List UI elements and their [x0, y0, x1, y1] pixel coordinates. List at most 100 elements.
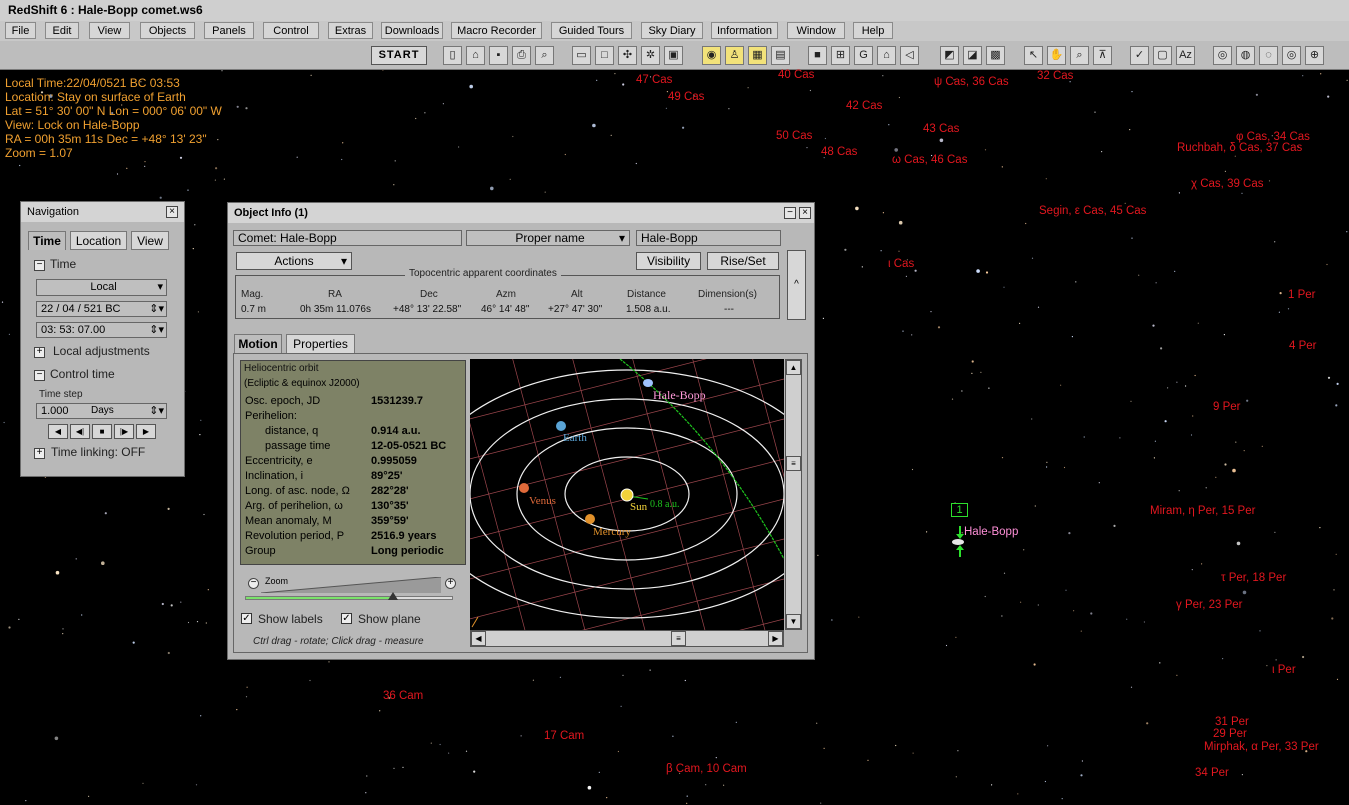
target-marker[interactable]: 1 [951, 503, 968, 517]
menu-control[interactable]: Control [263, 22, 319, 39]
observer-icon[interactable]: ♙ [725, 46, 744, 65]
star-label[interactable]: 1 Per [1288, 289, 1316, 301]
home-icon[interactable]: ⌂ [877, 46, 896, 65]
reverse-icon[interactable]: ◀| [70, 424, 90, 439]
mercury-icon[interactable] [585, 514, 595, 524]
name-mode-select[interactable]: Proper name ▾ [466, 230, 630, 246]
star-label[interactable]: 34 Per [1195, 767, 1229, 779]
planet-icon[interactable]: ◍ [1236, 46, 1255, 65]
menu-sky-diary[interactable]: Sky Diary [641, 22, 703, 39]
star-label[interactable]: 17 Cam [544, 730, 584, 742]
zoom-slider[interactable]: − Zoom + [243, 575, 458, 603]
record-icon[interactable]: ◎ [1213, 46, 1232, 65]
star-label[interactable]: 48 Cas [821, 146, 857, 158]
zoom-out-icon[interactable]: − [248, 578, 259, 589]
step-back-icon[interactable]: ◀ [48, 424, 68, 439]
time-linking-toggle[interactable]: Time linking: OFF [51, 445, 145, 459]
star-label[interactable]: Ruchbah, δ Cas, 37 Cas [1177, 142, 1302, 154]
menu-edit[interactable]: Edit [45, 22, 79, 39]
orbit-diagram[interactable]: Hale-Bopp Earth Venus Mercury Sun 0.8 a.… [470, 359, 784, 630]
date-spinner-icon[interactable]: ⇕▾ [149, 302, 164, 316]
print-icon[interactable]: ⎙ [512, 46, 531, 65]
scroll-down-icon[interactable]: ▼ [786, 614, 801, 629]
close-icon[interactable]: × [799, 207, 811, 219]
menu-extras[interactable]: Extras [328, 22, 373, 39]
notes-icon[interactable]: ▢ [1153, 46, 1172, 65]
star-label[interactable]: ψ Cas, 36 Cas [934, 76, 1009, 88]
star-label[interactable]: 49 Cas [668, 91, 704, 103]
grid-view-icon[interactable]: ✣ [618, 46, 637, 65]
goto-icon[interactable]: G [854, 46, 873, 65]
add-frame-icon[interactable]: ⊞ [831, 46, 850, 65]
panel-toggle-icon[interactable]: ▭ [572, 46, 591, 65]
diagram-horizontal-scrollbar[interactable]: ◀ ≡ ▶ [470, 630, 784, 647]
sort-az-icon[interactable]: Az [1176, 46, 1195, 65]
step-forward-icon[interactable]: ▶ [136, 424, 156, 439]
magnifier-icon[interactable]: ⌕ [1070, 46, 1089, 65]
star-label[interactable]: 40 Cas [778, 69, 814, 81]
star-label[interactable]: 32 Cas [1037, 70, 1073, 82]
menu-view[interactable]: View [89, 22, 130, 39]
print-preview-icon[interactable]: ⌕ [535, 46, 554, 65]
pointer-icon[interactable]: ↖ [1024, 46, 1043, 65]
collapse-chevron-icon[interactable]: ^ [787, 250, 806, 320]
tab-view[interactable]: View [131, 231, 169, 250]
star-view-icon[interactable]: ✲ [641, 46, 660, 65]
star-label[interactable]: Miram, η Per, 15 Per [1150, 505, 1255, 517]
star-label[interactable]: γ Per, 23 Per [1176, 599, 1242, 611]
local-adjustments-toggle[interactable]: Local adjustments [53, 344, 150, 358]
menu-file[interactable]: File [5, 22, 36, 39]
star-label[interactable]: 43 Cas [923, 123, 959, 135]
tab-motion[interactable]: Motion [234, 334, 282, 354]
actions-dropdown[interactable]: Actions ▾ [236, 252, 352, 270]
comet-arrows-icon[interactable] [943, 520, 973, 560]
show-plane-checkbox[interactable]: ✓ [341, 613, 352, 624]
close-icon[interactable]: × [166, 206, 178, 218]
sun-icon[interactable] [620, 488, 634, 502]
menu-window[interactable]: Window [787, 22, 845, 39]
window-icon[interactable]: □ [595, 46, 614, 65]
sky-view-icon[interactable]: ▣ [664, 46, 683, 65]
scroll-thumb[interactable]: ≡ [671, 631, 686, 646]
collapse-icon[interactable]: − [34, 370, 45, 381]
tab-properties[interactable]: Properties [286, 334, 355, 354]
tab-time[interactable]: Time [28, 231, 66, 250]
time-step-field[interactable]: 1.000 Days ⇕▾ [36, 403, 167, 419]
frame-icon[interactable]: ■ [808, 46, 827, 65]
scroll-thumb[interactable]: ≡ [786, 456, 801, 471]
star-label[interactable]: ι Per [1272, 664, 1296, 676]
menu-panels[interactable]: Panels [204, 22, 254, 39]
save-icon[interactable]: ▪ [489, 46, 508, 65]
rise-set-button[interactable]: Rise/Set [707, 252, 779, 270]
star-label[interactable]: ι Cas [888, 258, 914, 270]
star-label[interactable]: 36 Cam [383, 690, 423, 702]
menu-macro-recorder[interactable]: Macro Recorder [451, 22, 542, 39]
show-labels-checkbox[interactable]: ✓ [241, 613, 252, 624]
earth-icon[interactable] [556, 421, 566, 431]
scroll-right-icon[interactable]: ▶ [768, 631, 783, 646]
menu-guided-tours[interactable]: Guided Tours [551, 22, 632, 39]
time-mode-select[interactable]: Local ▾ [36, 279, 167, 296]
star-label[interactable]: 9 Per [1213, 401, 1241, 413]
comet-icon[interactable] [643, 379, 653, 387]
zoom-thumb[interactable] [387, 592, 398, 600]
star-label[interactable]: 31 Per [1215, 716, 1249, 728]
scroll-up-icon[interactable]: ▲ [786, 360, 801, 375]
time-spinner-icon[interactable]: ⇕▾ [149, 323, 164, 337]
globe-icon[interactable]: ◎ [1282, 46, 1301, 65]
settings-grid-icon[interactable]: ▤ [771, 46, 790, 65]
overlay-icon[interactable]: ◩ [940, 46, 959, 65]
venus-icon[interactable] [519, 483, 529, 493]
star-label[interactable]: ω Cas, 46 Cas [892, 154, 967, 166]
diagram-vertical-scrollbar[interactable]: ▲ ≡ ▼ [785, 359, 802, 630]
overlay-alt-icon[interactable]: ◪ [963, 46, 982, 65]
menu-information[interactable]: Information [711, 22, 778, 39]
minimize-icon[interactable]: − [784, 207, 796, 219]
start-button[interactable]: START [371, 46, 427, 65]
expand-icon[interactable]: + [34, 347, 45, 358]
scroll-left-icon[interactable]: ◀ [471, 631, 486, 646]
star-label[interactable]: 29 Per [1213, 728, 1247, 740]
star-label[interactable]: 47 Cas [636, 74, 672, 86]
star-label[interactable]: Mirphak, α Per, 33 Per [1204, 741, 1319, 753]
play-icon[interactable]: |▶ [114, 424, 134, 439]
